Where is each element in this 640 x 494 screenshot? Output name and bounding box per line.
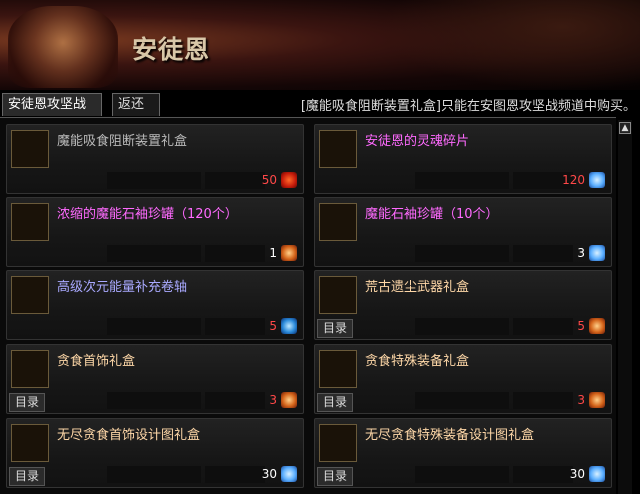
shop-item[interactable]: 高级次元能量补充卷轴 5: [6, 270, 304, 340]
shop-item[interactable]: 荒古遗尘武器礼盒 目录 5: [314, 270, 612, 340]
character-portrait: [8, 6, 118, 88]
item-price: 5: [577, 319, 585, 333]
gift-box-icon: [11, 350, 49, 388]
red-gem-icon: [281, 172, 297, 188]
catalog-button[interactable]: 目录: [317, 467, 353, 486]
gift-box-icon: [319, 424, 357, 462]
coin-icon: [281, 392, 297, 408]
shop-item[interactable]: 安徒恩的灵魂碎片 120: [314, 124, 612, 194]
shop-item[interactable]: 贪食特殊装备礼盒 目录 3: [314, 344, 612, 414]
item-name: 荒古遗尘武器礼盒: [365, 280, 470, 295]
banner-glow: [380, 0, 640, 90]
item-slot: [205, 392, 265, 409]
tab-return[interactable]: 返还: [112, 93, 160, 116]
item-name: 魔能石袖珍罐（10个）: [365, 207, 499, 222]
item-slot: [107, 466, 201, 483]
item-slot: [205, 172, 265, 189]
item-slot: [513, 245, 573, 262]
item-slot: [415, 245, 509, 262]
item-price: 3: [577, 393, 585, 407]
item-price: 3: [269, 393, 277, 407]
shop-item-list: 魔能吸食阻断装置礼盒 50 安徒恩的灵魂碎片 120 浓缩的魔能石袖珍罐（120…: [0, 118, 616, 494]
shop-item[interactable]: 无尽贪食首饰设计图礼盒 目录 30: [6, 418, 304, 488]
shop-item[interactable]: 魔能吸食阻断装置礼盒 50: [6, 124, 304, 194]
blue-crystal-icon: [589, 466, 605, 482]
blue-crystal-icon: [281, 466, 297, 482]
item-price: 5: [269, 319, 277, 333]
shop-item[interactable]: 浓缩的魔能石袖珍罐（120个） 1: [6, 197, 304, 267]
item-name: 贪食特殊装备礼盒: [365, 354, 470, 369]
scroll-up-arrow-icon[interactable]: ▲: [619, 122, 631, 134]
item-price: 50: [261, 173, 277, 187]
item-slot: [513, 392, 573, 409]
potion-jar-icon: [319, 203, 357, 241]
item-slot: [107, 318, 201, 335]
item-name: 高级次元能量补充卷轴: [57, 280, 188, 295]
item-slot: [513, 318, 573, 335]
item-name: 贪食首饰礼盒: [57, 354, 136, 369]
coin-icon: [589, 318, 605, 334]
catalog-button[interactable]: 目录: [9, 467, 45, 486]
cube-icon: [11, 130, 49, 168]
item-slot: [513, 466, 573, 483]
scrollbar[interactable]: ▲: [618, 120, 632, 494]
gift-box-icon: [319, 276, 357, 314]
blue-crystal-icon: [281, 318, 297, 334]
soul-fragment-icon: [319, 130, 357, 168]
scroll-icon: [11, 276, 49, 314]
item-price: 30: [569, 467, 585, 481]
item-name: 无尽贪食首饰设计图礼盒: [57, 428, 201, 443]
item-slot: [107, 392, 201, 409]
item-price: 30: [261, 467, 277, 481]
catalog-button[interactable]: 目录: [317, 319, 353, 338]
item-slot: [107, 172, 201, 189]
potion-jar-icon: [11, 203, 49, 241]
blue-crystal-icon: [589, 172, 605, 188]
item-slot: [415, 392, 509, 409]
page-title: 安徒恩: [132, 35, 211, 64]
item-name: 魔能吸食阻断装置礼盒: [57, 134, 188, 149]
item-price: 1: [269, 246, 277, 260]
item-slot: [415, 466, 509, 483]
item-slot: [415, 318, 509, 335]
item-slot: [107, 245, 201, 262]
header-banner: 安徒恩: [0, 0, 640, 90]
shop-item[interactable]: 无尽贪食特殊装备设计图礼盒 目录 30: [314, 418, 612, 488]
item-slot: [205, 318, 265, 335]
catalog-button[interactable]: 目录: [9, 393, 45, 412]
item-name: 浓缩的魔能石袖珍罐（120个）: [57, 207, 238, 222]
gift-box-icon: [319, 350, 357, 388]
item-name: 无尽贪食特殊装备设计图礼盒: [365, 428, 535, 443]
item-price: 3: [577, 246, 585, 260]
coin-icon: [589, 392, 605, 408]
item-slot: [415, 172, 509, 189]
shop-item[interactable]: 贪食首饰礼盒 目录 3: [6, 344, 304, 414]
item-price: 120: [562, 173, 585, 187]
blue-crystal-icon: [589, 245, 605, 261]
purchase-notice: [魔能吸食阻断装置礼盒]只能在安图恩攻坚战频道中购买。: [300, 99, 636, 114]
shop-item[interactable]: 魔能石袖珍罐（10个） 3: [314, 197, 612, 267]
tab-anton-raid[interactable]: 安徒恩攻坚战: [2, 93, 102, 116]
item-slot: [205, 466, 265, 483]
item-name: 安徒恩的灵魂碎片: [365, 134, 470, 149]
gift-box-icon: [11, 424, 49, 462]
catalog-button[interactable]: 目录: [317, 393, 353, 412]
coin-icon: [281, 245, 297, 261]
item-slot: [205, 245, 265, 262]
